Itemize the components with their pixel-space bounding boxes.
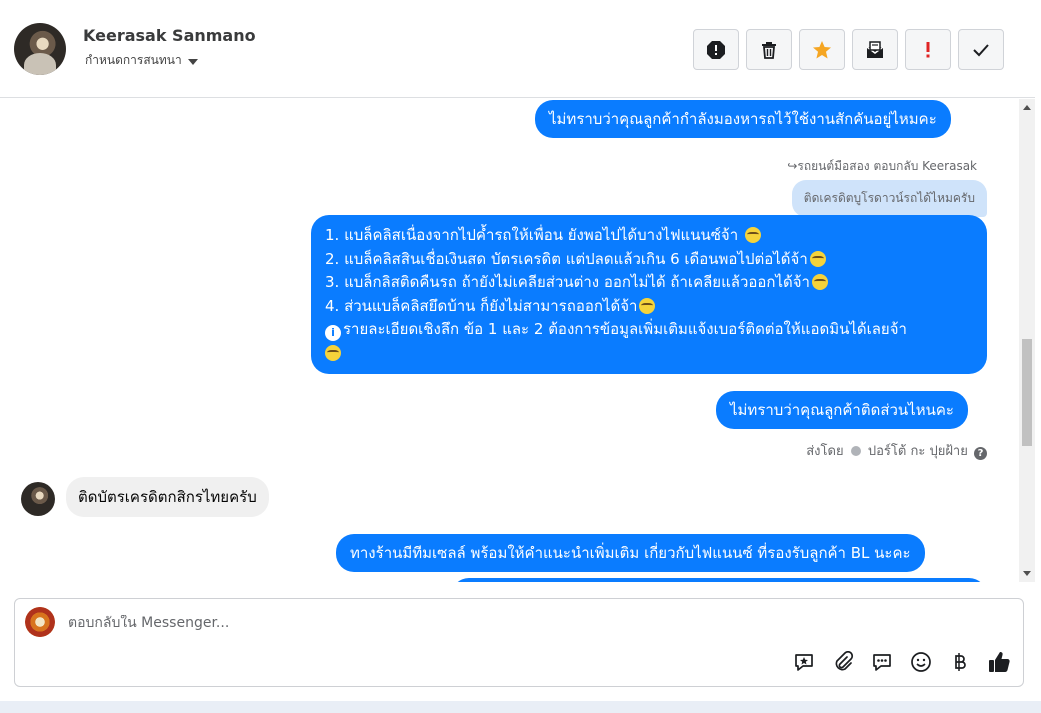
star-icon [813,40,831,58]
message-line-text: 2. แบล็คลิสสินเชื่อเงินสด บัตรเครดิต แต่… [325,249,808,268]
delete-button[interactable] [746,29,792,70]
reply-meta-text: รถยนต์มือสอง ตอบกลับ Keerasak [797,159,977,173]
message-text: ทางร้านมีทีมเซลล์ พร้อมให้คำแนะนำเพิ่มเต… [350,544,911,562]
thread-scrollbar[interactable] [1019,99,1035,582]
trash-icon [762,41,776,59]
message-line [325,342,973,366]
sent-by-meta: ส่งโดย ปอร์โต้ กะ ปุยฝ้าย ? [806,440,987,461]
message-line: i รายละเอียดเชิงลึก ข้อ 1 และ 2 ต้องการข้… [325,318,973,342]
conversation-header: Keerasak Sanmano กำหนดการสนทนา [0,0,1035,98]
message-line-text: 3. แบล็กลิสติดคืนรถ ถ้ายังไม่เคลียส่วนต่… [325,273,810,291]
conversation-settings-dropdown[interactable]: กำหนดการสนทนา [85,51,198,70]
like-button[interactable] [987,650,1011,674]
alert-octagon-icon [707,40,725,59]
message-text: ไม่ทราบว่าคุณลูกค้ากำลังมองหารถไว้ใช้งาน… [549,110,937,128]
replied-message-preview[interactable]: ติดเครดิตบูโรดาวน์รถได้ไหมครับ [791,180,987,217]
emoji-icon [639,297,656,314]
contact-avatar[interactable] [14,23,66,75]
reply-arrow-icon: ↪ [787,159,798,173]
outgoing-message[interactable]: ไม่ทราบว่าคุณลูกค้ากำลังมองหารถไว้ใช้งาน… [535,100,951,138]
emoji-icon [809,250,826,267]
payment-button[interactable] [948,650,972,674]
message-line-text: รายละเอียดเชิงลึก ข้อ 1 และ 2 ต้องการข้อ… [343,320,907,338]
contact-message-avatar[interactable] [21,482,55,516]
message-text: ไม่ทราบว่าคุณลูกค้าติดส่วนไหนคะ [730,401,954,419]
mark-unread-button[interactable] [852,29,898,70]
page-avatar [25,607,55,637]
chevron-down-icon [187,58,198,65]
chat-bubble-icon [873,654,891,671]
outgoing-message[interactable]: ไม่ทราบว่าคุณลูกค้าติดส่วนไหนคะ [716,391,968,429]
mark-done-button[interactable] [958,29,1004,70]
message-line-text: 4. ส่วนแบล็คลิสยึดบ้าน ก็ยังไม่สามารถออก… [325,296,638,315]
attachment-icon [835,651,854,671]
message-thread[interactable]: ไม่ทราบว่าคุณลูกค้ากำลังมองหารถไว้ใช้งาน… [0,99,1035,582]
scroll-down-arrow-icon[interactable] [1023,571,1031,576]
emoji-icon [325,344,341,361]
verified-icon [850,446,861,456]
reply-composer [14,598,1024,687]
exclamation-icon [926,41,930,57]
page-bottom-margin [0,701,1041,713]
outgoing-multiline-message[interactable]: 1. แบล็คลิสเนื่องจากไปค้ำรถให้เพื่อน ยัง… [311,215,987,374]
reply-input[interactable] [68,615,768,631]
emoji-icon [911,652,931,672]
saved-reply-button[interactable] [792,650,816,674]
emoji-icon [744,227,761,243]
help-icon[interactable]: ? [974,447,987,460]
emoji-icon [811,274,828,290]
quick-reply-button[interactable] [870,650,894,674]
message-line: 4. ส่วนแบล็คลิสยึดบ้าน ก็ยังไม่สามารถออก… [325,295,973,319]
composer-tools [792,650,1011,674]
info-icon: i [325,325,341,341]
sent-by-prefix: ส่งโดย [806,444,844,459]
mark-important-button[interactable] [905,29,951,70]
thumbs-up-icon [989,652,1010,672]
inbox-conversation-window: Keerasak Sanmano กำหนดการสนทนา ไม่ทราบว่… [0,0,1041,713]
star-button[interactable] [799,29,845,70]
attach-file-button[interactable] [831,650,855,674]
message-line: 2. แบล็คลิสสินเชื่อเงินสด บัตรเครดิต แต่… [325,248,973,272]
check-icon [973,43,989,56]
saved-reply-icon [795,654,813,671]
message-line: 1. แบล็คลิสเนื่องจากไปค้ำรถให้เพื่อน ยัง… [325,224,973,248]
scrollbar-thumb[interactable] [1022,339,1032,446]
outgoing-message-partial[interactable] [451,578,987,582]
conversation-actions [693,29,1004,70]
replied-message-text: ติดเครดิตบูโรดาวน์รถได้ไหมครับ [803,191,975,205]
message-line-text: 1. แบล็คลิสเนื่องจากไปค้ำรถให้เพื่อน ยัง… [325,226,739,244]
envelope-icon [866,40,884,58]
scroll-up-arrow-icon[interactable] [1023,105,1031,110]
sent-by-name: ปอร์โต้ กะ ปุยฝ้าย [867,444,968,459]
contact-name[interactable]: Keerasak Sanmano [83,26,256,45]
message-line: 3. แบล็กลิสติดคืนรถ ถ้ายังไม่เคลียส่วนต่… [325,271,973,295]
mark-spam-button[interactable] [693,29,739,70]
reply-meta: ↪รถยนต์มือสอง ตอบกลับ Keerasak [787,157,977,176]
outgoing-message[interactable]: ทางร้านมีทีมเซลล์ พร้อมให้คำแนะนำเพิ่มเต… [336,534,925,572]
incoming-message[interactable]: ติดบัตรเครดิตกสิกรไทยครับ [66,477,269,517]
emoji-button[interactable] [909,650,933,674]
conversation-settings-label: กำหนดการสนทนา [85,53,182,67]
baht-icon [955,653,966,671]
message-text: ติดบัตรเครดิตกสิกรไทยครับ [78,488,257,506]
